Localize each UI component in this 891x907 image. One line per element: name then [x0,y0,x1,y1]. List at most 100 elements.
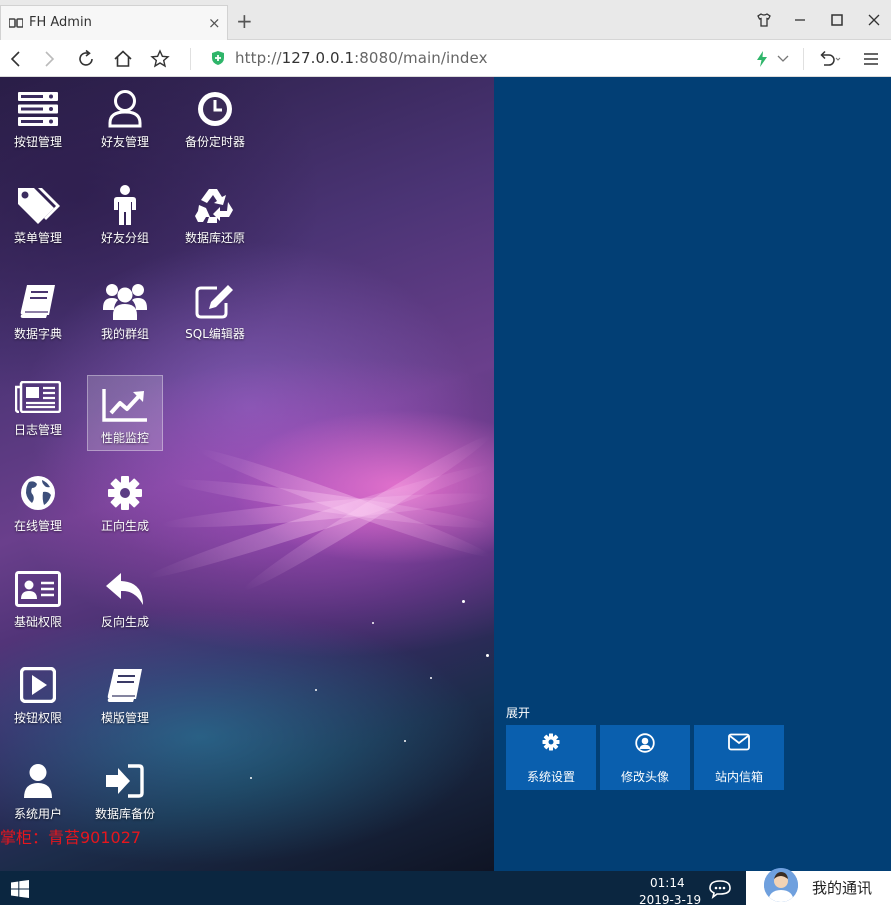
app-database-backup[interactable]: 数据库备份 [87,751,163,827]
hamburger-icon [864,53,878,65]
url-path: :8080/main/index [354,49,488,67]
expand-button[interactable]: 展开 [506,704,530,721]
clock-icon [178,86,252,132]
tab-title: FH Admin [29,15,92,30]
app-friend-management[interactable]: 好友管理 [87,79,163,155]
minimize-icon [795,19,805,21]
app-basic-permission[interactable]: 基础权限 [0,559,76,635]
tab-close-button[interactable]: × [208,14,221,32]
app-label: 基础权限 [13,615,62,629]
app-system-user[interactable]: 系统用户 [0,751,76,827]
server-icon [1,86,75,132]
envelope-icon [694,733,784,753]
app-label: 备份定时器 [184,135,245,149]
secure-shield-icon [212,51,224,65]
app-label: 正向生成 [100,519,149,533]
app-label: 我的群组 [100,327,149,341]
maximize-button[interactable] [827,10,847,30]
app-label: 性能监控 [100,431,149,445]
app-label: 数据库还原 [184,231,245,245]
tile-label: 站内信箱 [714,770,763,784]
chevron-right-icon [45,51,55,67]
app-label: 日志管理 [13,423,62,437]
app-database-restore[interactable]: 数据库还原 [177,175,253,251]
app-label: 按钮权限 [13,711,62,725]
app-backup-timer[interactable]: 备份定时器 [177,79,253,155]
line-chart-icon [88,382,162,428]
forward-button[interactable] [37,47,61,71]
skin-button[interactable] [754,10,774,30]
play-square-icon [1,662,75,708]
close-icon [868,14,880,26]
speed-mode-dropdown[interactable] [771,47,795,71]
gear-icon [506,733,596,753]
app-my-groups[interactable]: 我的群组 [87,271,163,347]
sign-in-icon [88,758,162,804]
chevron-down-icon [777,55,789,62]
tile-inbox[interactable]: 站内信箱 [694,725,784,790]
close-window-button[interactable] [864,10,884,30]
edit-icon [178,278,252,324]
app-online-management[interactable]: 在线管理 [0,463,76,539]
browser-nav-bar: http://127.0.0.1:8080/main/index [0,40,891,77]
reload-button[interactable] [74,47,98,71]
clock-time: 01:14 [650,876,685,890]
chat-bubble-icon[interactable] [708,879,732,899]
taskbar: 01:14 2019-3-19 我的通讯 [0,868,891,907]
id-card-icon [1,566,75,612]
app-label: SQL编辑器 [185,327,245,341]
my-contacts-button[interactable]: 我的通讯 [746,868,891,905]
lightning-icon [757,51,767,67]
tags-icon [1,182,75,228]
shirt-icon [757,13,771,27]
app-button-permission[interactable]: 按钮权限 [0,655,76,731]
app-forward-generation[interactable]: 正向生成 [87,463,163,539]
new-tab-button[interactable]: + [236,11,253,31]
my-contacts-label: 我的通讯 [812,879,873,897]
desktop: 按钮管理 菜单管理 数据字典 日志管理 在线管理 基础权限 按钮权限 系统用户 … [0,77,891,871]
url-scheme: http:// [235,49,282,67]
app-label: 模版管理 [100,711,149,725]
app-label: 系统用户 [13,807,62,821]
bookmark-button[interactable] [148,47,172,71]
app-button-management[interactable]: 按钮管理 [0,79,76,155]
reply-icon [88,566,162,612]
user-icon [1,758,75,804]
gear-icon [88,470,162,516]
male-icon [88,182,162,228]
windows-start-icon[interactable] [11,880,29,898]
chevron-left-icon [10,51,20,67]
app-template-management[interactable]: 模版管理 [87,655,163,731]
back-button[interactable] [4,47,28,71]
app-label: 在线管理 [13,519,62,533]
book-icon [88,662,162,708]
address-bar[interactable]: http://127.0.0.1:8080/main/index [235,49,488,67]
app-data-dictionary[interactable]: 数据字典 [0,271,76,347]
url-host: 127.0.0.1 [281,49,355,67]
browser-tab-bar: FH Admin × + [0,0,891,40]
undo-close-button[interactable] [817,47,841,71]
globe-icon [1,470,75,516]
star-icon [150,49,170,68]
users-icon [88,278,162,324]
menu-button[interactable] [859,47,883,71]
app-performance-monitor[interactable]: 性能监控 [87,375,163,451]
app-label: 反向生成 [100,615,149,629]
app-reverse-generation[interactable]: 反向生成 [87,559,163,635]
tile-system-settings[interactable]: 系统设置 [506,725,596,790]
avatar [764,868,798,902]
app-friend-group[interactable]: 好友分组 [87,175,163,251]
app-sql-editor[interactable]: SQL编辑器 [177,271,253,347]
home-button[interactable] [111,47,135,71]
nav-separator [190,48,191,70]
app-label: 菜单管理 [13,231,62,245]
tile-change-avatar[interactable]: 修改头像 [600,725,690,790]
tile-label: 系统设置 [526,770,575,784]
reload-icon [79,49,93,66]
tile-label: 修改头像 [620,770,669,784]
app-log-management[interactable]: 日志管理 [0,367,76,443]
app-menu-management[interactable]: 菜单管理 [0,175,76,251]
minimize-button[interactable] [790,10,810,30]
watermark-text: 掌柜：青苔901027 [0,828,142,847]
browser-tab[interactable]: FH Admin × [0,5,228,40]
